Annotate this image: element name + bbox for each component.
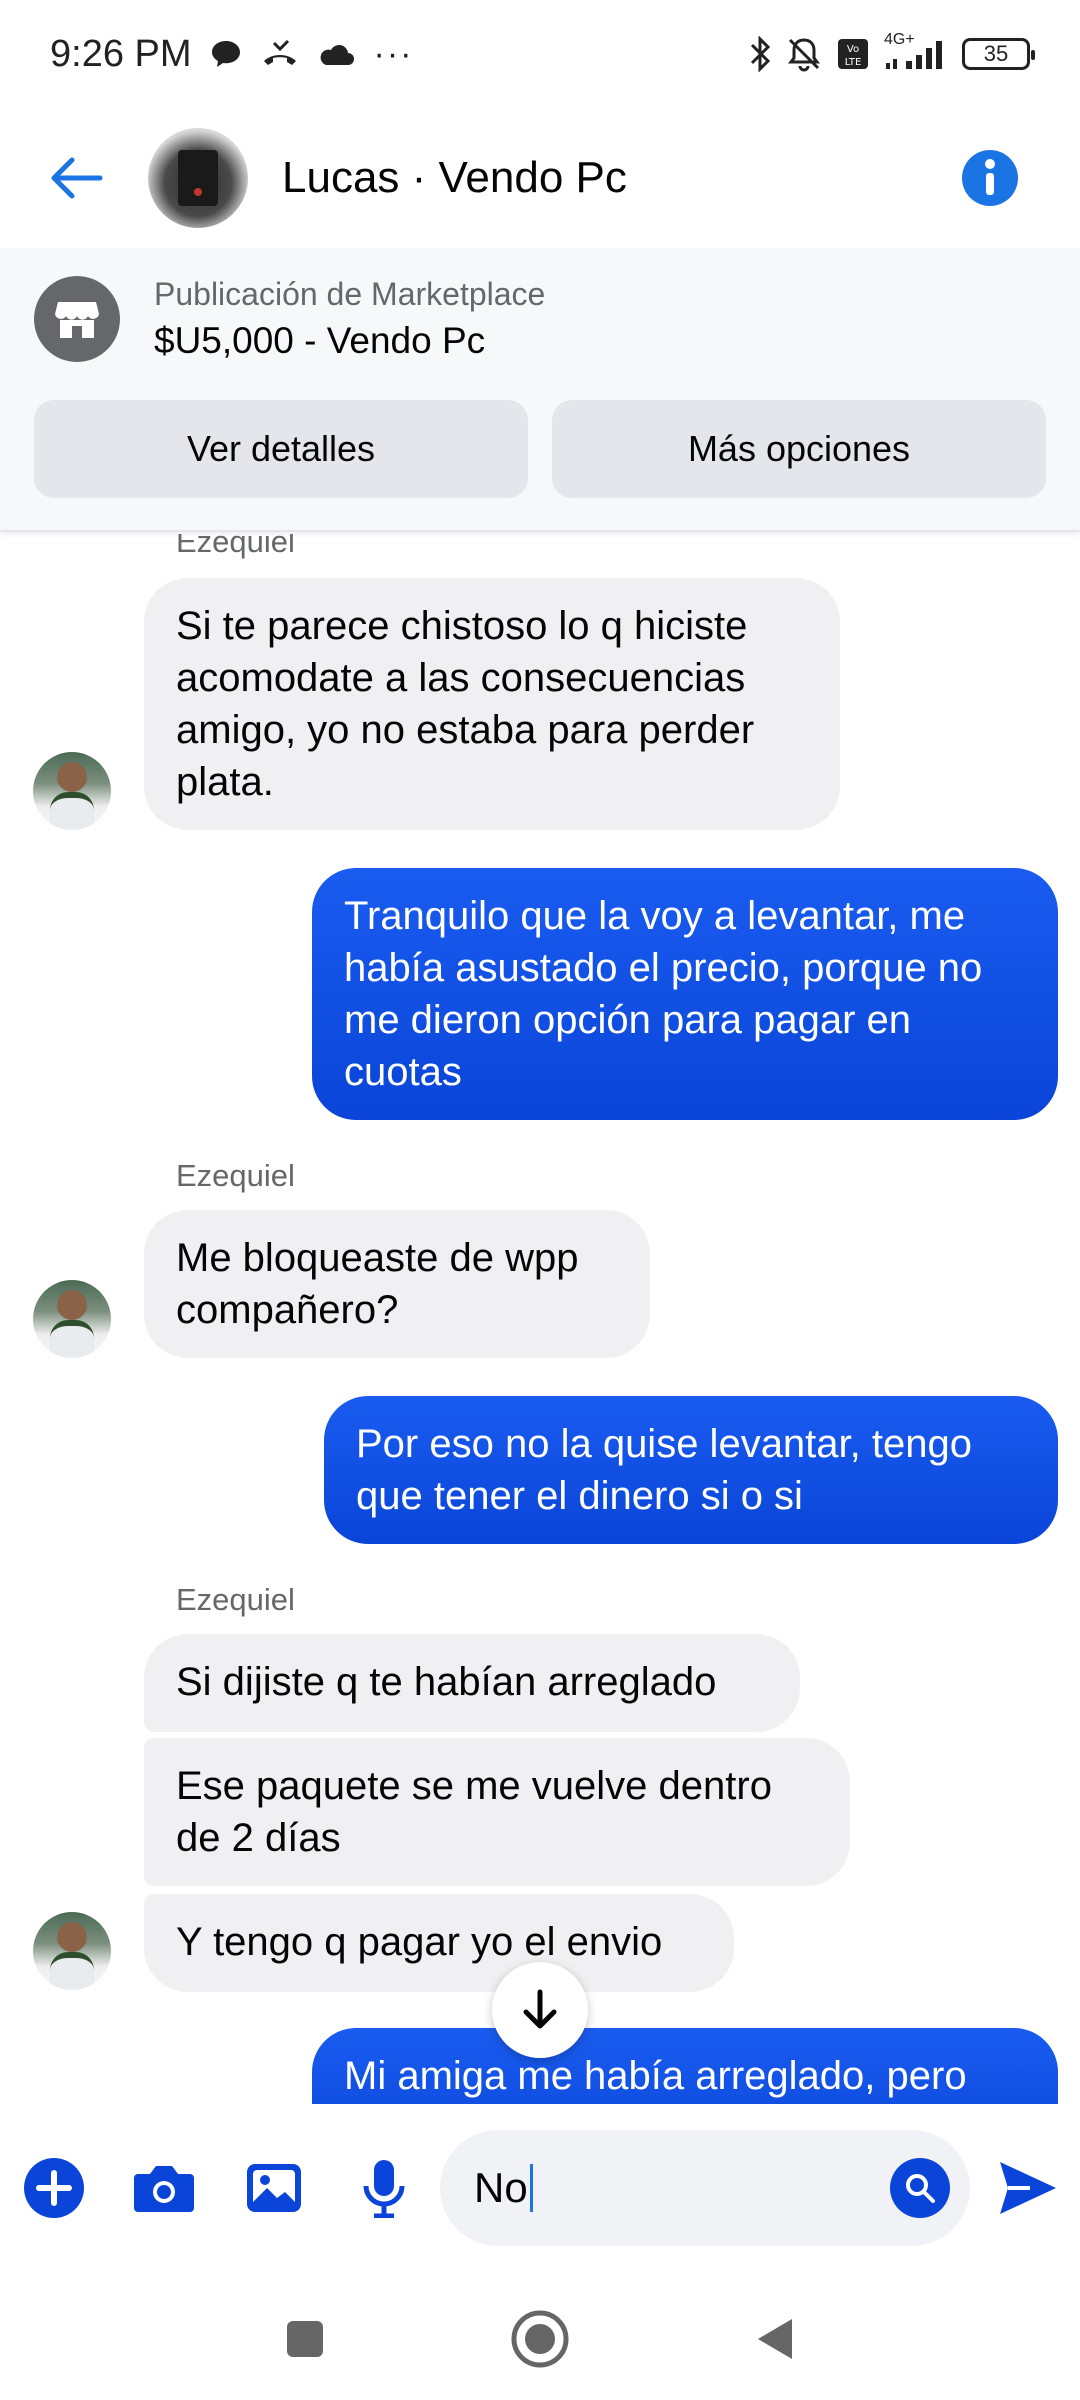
send-button[interactable]	[988, 2148, 1068, 2228]
arrow-down-icon	[523, 1989, 557, 2029]
sender-name: Ezequiel	[176, 534, 295, 559]
message-composer: No	[0, 2104, 1080, 2274]
sender-name: Ezequiel	[176, 1582, 295, 1617]
contact-avatar[interactable]	[148, 128, 248, 228]
call-missed-icon	[260, 39, 300, 69]
sender-name: Ezequiel	[176, 1158, 295, 1193]
battery-icon: 35	[962, 38, 1035, 70]
signal-icon: 4G+	[884, 31, 948, 71]
sender-avatar[interactable]	[33, 1280, 111, 1358]
recents-button[interactable]	[270, 2304, 340, 2374]
volte-icon: Vo LTE	[836, 37, 870, 71]
info-icon	[962, 150, 1018, 206]
svg-text:Vo: Vo	[847, 44, 859, 55]
incoming-message[interactable]: Si te parece chistoso lo q hiciste acomo…	[144, 578, 840, 830]
system-navigation-bar	[0, 2274, 1080, 2400]
plus-icon	[24, 2158, 84, 2218]
back-button[interactable]	[26, 128, 126, 228]
sender-avatar[interactable]	[33, 752, 111, 830]
marketplace-listing-panel: Publicación de Marketplace $U5,000 - Ven…	[0, 248, 1080, 532]
text-caret	[529, 2164, 533, 2212]
status-more-dots: ···	[373, 34, 414, 73]
message-input[interactable]: No	[440, 2130, 970, 2246]
search-icon	[906, 2174, 935, 2203]
sender-avatar[interactable]	[33, 1912, 111, 1990]
gallery-button[interactable]	[234, 2148, 314, 2228]
view-details-button[interactable]: Ver detalles	[34, 400, 528, 498]
more-options-button[interactable]: Más opciones	[552, 400, 1046, 498]
outgoing-message[interactable]: Tranquilo que la voy a levantar, me habí…	[312, 868, 1058, 1120]
triangle-back-icon	[758, 2319, 792, 2359]
info-button[interactable]	[950, 138, 1030, 218]
svg-text:LTE: LTE	[845, 57, 862, 68]
outgoing-message[interactable]: Por eso no la quise levantar, tengo que …	[324, 1396, 1058, 1544]
send-icon	[1000, 2162, 1056, 2214]
status-time: 9:26 PM	[50, 32, 192, 75]
emoji-button[interactable]	[890, 2158, 950, 2218]
conversation-header: Lucas · Vendo Pc	[0, 108, 1080, 248]
voice-button[interactable]	[344, 2148, 424, 2228]
add-button[interactable]	[14, 2148, 94, 2228]
message-thread[interactable]: Ezequiel Si te parece chistoso lo q hici…	[0, 534, 1080, 2104]
bluetooth-icon	[748, 36, 772, 72]
incoming-message[interactable]: Y tengo q pagar yo el envio	[144, 1894, 734, 1992]
square-icon	[287, 2321, 323, 2357]
outgoing-message[interactable]: Mi amiga me había arreglado, pero	[312, 2028, 1058, 2104]
chat-notification-icon	[210, 39, 242, 69]
scroll-to-bottom-button[interactable]	[492, 1962, 588, 2058]
microphone-icon	[363, 2160, 405, 2218]
incoming-message[interactable]: Me bloqueaste de wpp compañero?	[144, 1210, 650, 1358]
camera-icon	[134, 2166, 194, 2212]
back-arrow-icon	[51, 157, 103, 199]
incoming-message[interactable]: Si dijiste q te habían arreglado	[144, 1634, 800, 1732]
incoming-message[interactable]: Ese paquete se me vuelve dentro de 2 día…	[144, 1738, 850, 1886]
cloud-icon	[318, 41, 356, 67]
contact-name[interactable]: Lucas · Vendo Pc	[282, 153, 627, 203]
camera-button[interactable]	[124, 2148, 204, 2228]
image-icon	[247, 2164, 301, 2212]
marketplace-store-icon	[34, 276, 120, 362]
marketplace-label: Publicación de Marketplace	[154, 276, 546, 312]
home-circle-icon	[511, 2310, 569, 2368]
status-bar: 9:26 PM ··· Vo LTE 4G+ 35	[0, 0, 1080, 108]
home-button[interactable]	[505, 2304, 575, 2374]
listing-title[interactable]: $U5,000 - Vendo Pc	[154, 320, 485, 362]
message-input-value: No	[474, 2164, 528, 2211]
bell-muted-icon	[786, 36, 822, 72]
back-nav-button[interactable]	[740, 2304, 810, 2374]
